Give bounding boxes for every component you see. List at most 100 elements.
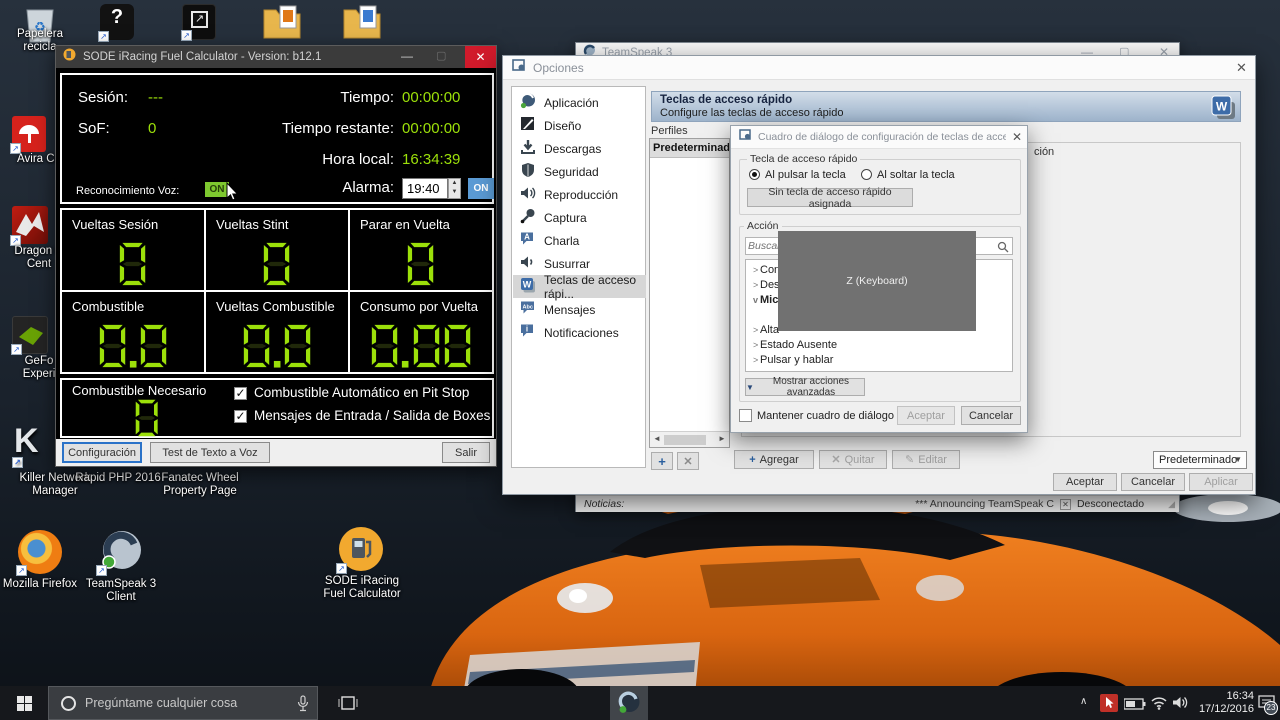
aplicar-button[interactable]: Aplicar bbox=[1189, 473, 1253, 491]
pit-messages-checkbox[interactable]: ✓ bbox=[234, 410, 247, 423]
cortana-circle-icon bbox=[61, 695, 76, 711]
sidebar-item-notificaciones[interactable]: i Notificaciones bbox=[513, 321, 646, 344]
task-view-button[interactable] bbox=[328, 686, 368, 720]
horizontal-scrollbar[interactable]: ◄ ► bbox=[650, 431, 729, 447]
profile-add-button[interactable]: + bbox=[651, 452, 673, 470]
battery-icon[interactable] bbox=[1123, 697, 1146, 715]
microphone-icon bbox=[520, 208, 536, 227]
whisper-speaker-icon bbox=[520, 254, 536, 273]
folder-doc-icon-2[interactable] bbox=[342, 2, 382, 40]
alarma-on-button[interactable]: ON bbox=[468, 178, 494, 199]
profiles-list[interactable]: Predeterminado ◄ ► bbox=[649, 138, 730, 448]
hotkey-cancelar-button[interactable]: Cancelar bbox=[961, 406, 1021, 425]
keep-open-checkbox[interactable] bbox=[739, 409, 752, 422]
cell-label: Vueltas Combustible bbox=[216, 299, 335, 314]
cancelar-button[interactable]: Cancelar bbox=[1121, 473, 1185, 491]
sidebar-item-captura[interactable]: Captura bbox=[513, 206, 646, 229]
cell-value-display bbox=[206, 320, 348, 368]
sidebar-item-reproduccion[interactable]: Reproducción bbox=[513, 183, 646, 206]
profile-delete-button[interactable]: ✕ bbox=[677, 452, 699, 470]
cell-label: Combustible bbox=[72, 299, 145, 314]
scroll-thumb[interactable] bbox=[664, 435, 706, 445]
sidebar-item-teclas[interactable]: W Teclas de acceso rápi... bbox=[513, 273, 646, 301]
opciones-titlebar[interactable]: Opciones ✕ bbox=[503, 56, 1255, 80]
shortcut-arrow-icon: ↗ bbox=[16, 565, 27, 576]
tree-item[interactable]: > Des bbox=[746, 279, 780, 291]
alarma-spinner[interactable]: ▲ ▼ bbox=[448, 178, 461, 199]
sidebar-item-aplicacion[interactable]: Aplicación bbox=[513, 91, 646, 114]
hotkey-titlebar[interactable]: Cuadro de diálogo de configuración de te… bbox=[731, 126, 1027, 149]
tray-chevron-icon[interactable]: ∧ bbox=[1080, 696, 1087, 707]
cell-value-display bbox=[350, 238, 492, 286]
radio-on-press-label: Al pulsar la tecla bbox=[765, 169, 846, 181]
wifi-icon[interactable] bbox=[1150, 695, 1168, 715]
restante-value: 00:00:00 bbox=[402, 120, 461, 137]
test-voz-button[interactable]: Test de Texto a Voz bbox=[150, 442, 270, 463]
microphone-icon[interactable] bbox=[297, 695, 309, 717]
shortcut-arrow-icon: ↗ bbox=[181, 30, 192, 41]
sidebar-item-diseno[interactable]: Diseño bbox=[513, 114, 646, 137]
salir-button[interactable]: Salir bbox=[442, 442, 490, 463]
announce-close-icon[interactable]: ✕ bbox=[1059, 498, 1071, 510]
sof-value: 0 bbox=[148, 120, 157, 137]
profile-dropdown[interactable]: Predeterminado ▼ bbox=[1153, 451, 1247, 469]
svg-text:W: W bbox=[523, 280, 532, 290]
auto-fuel-checkbox[interactable]: ✓ bbox=[234, 387, 247, 400]
tree-item[interactable]: > Con bbox=[746, 264, 780, 276]
tree-item[interactable]: v Mic bbox=[746, 294, 778, 306]
radio-on-press[interactable] bbox=[749, 169, 760, 180]
geforce-experience-icon[interactable]: ↗ bbox=[11, 316, 48, 355]
tree-item[interactable]: > Estado Ausente bbox=[746, 339, 837, 351]
hotkey-group-label: Tecla de acceso rápido bbox=[747, 153, 861, 165]
teamspeak-desktop-icon[interactable]: ↗ bbox=[96, 528, 144, 576]
radio-on-release[interactable] bbox=[861, 169, 872, 180]
assign-hotkey-button[interactable]: Sin tecla de acceso rápido asignada bbox=[747, 186, 913, 210]
configuracion-button[interactable]: Configuración bbox=[62, 442, 142, 463]
tray-red-cursor-icon[interactable] bbox=[1100, 694, 1118, 712]
scroll-left-icon[interactable]: ◄ bbox=[653, 434, 661, 443]
tree-item[interactable]: > Alta bbox=[746, 324, 779, 336]
aceptar-button[interactable]: Aceptar bbox=[1053, 473, 1117, 491]
dialog-gear-icon bbox=[739, 128, 752, 146]
tree-item[interactable]: > Pulsar y hablar bbox=[746, 354, 833, 366]
sidebar-item-mensajes[interactable]: Abc Mensajes bbox=[513, 298, 646, 321]
agregar-button[interactable]: + Agregar bbox=[734, 450, 814, 469]
start-button[interactable] bbox=[0, 686, 48, 720]
perfiles-label: Perfiles bbox=[651, 125, 688, 137]
sidebar-item-descargas[interactable]: Descargas bbox=[513, 137, 646, 160]
svg-text:i: i bbox=[526, 325, 528, 334]
action-group-label: Acción bbox=[744, 220, 782, 232]
resize-grip-icon[interactable]: ◢ bbox=[1168, 499, 1175, 510]
avira-icon[interactable]: ↗ bbox=[10, 116, 46, 154]
dragon-center-icon[interactable]: ↗ bbox=[10, 206, 48, 246]
sidebar-item-charla[interactable]: A Charla bbox=[513, 229, 646, 252]
sode-desktop-icon[interactable]: ↗ bbox=[336, 526, 384, 574]
close-icon[interactable]: ✕ bbox=[1236, 60, 1247, 76]
sidebar-item-seguridad[interactable]: Seguridad bbox=[513, 160, 646, 183]
firefox-desktop-icon[interactable]: ↗ bbox=[16, 530, 62, 576]
cortana-search-box[interactable]: Pregúntame cualquier cosa bbox=[48, 686, 318, 720]
taskbar-teamspeak-button[interactable] bbox=[610, 686, 648, 720]
scroll-right-icon[interactable]: ► bbox=[718, 434, 726, 443]
close-icon[interactable]: ✕ bbox=[1012, 130, 1022, 144]
sode-label: SODE iRacing Fuel Calculator bbox=[323, 575, 401, 600]
editar-button[interactable]: ✎ Editar bbox=[892, 450, 960, 469]
profile-item[interactable]: Predeterminado bbox=[650, 139, 729, 158]
expand-app-icon[interactable]: ↗ ↗ bbox=[181, 4, 216, 41]
header-title: Teclas de acceso rápido bbox=[660, 94, 793, 106]
action-center-icon[interactable]: 23 bbox=[1258, 695, 1278, 716]
folder-doc-icon[interactable] bbox=[262, 2, 302, 40]
tray-clock[interactable]: 16:34 17/12/2016 bbox=[1192, 690, 1254, 716]
hora-label: Hora local: bbox=[322, 151, 394, 168]
quitar-button[interactable]: ✕ Quitar bbox=[819, 450, 887, 469]
killer-network-icon[interactable]: K ↗ bbox=[12, 422, 52, 468]
alarma-input[interactable] bbox=[402, 178, 448, 199]
help-app-icon[interactable]: ? ↗ bbox=[98, 4, 134, 42]
hotkey-aceptar-button[interactable]: Aceptar bbox=[897, 406, 955, 425]
minimize-icon[interactable]: — bbox=[401, 49, 413, 63]
volume-icon[interactable] bbox=[1172, 695, 1189, 715]
maximize-icon[interactable]: ▢ bbox=[436, 49, 446, 62]
close-icon[interactable]: ✕ bbox=[465, 46, 496, 68]
fuel-titlebar[interactable]: SODE iRacing Fuel Calculator - Version: … bbox=[56, 46, 496, 68]
advanced-actions-button[interactable]: ▼ Mostrar acciones avanzadas bbox=[745, 376, 865, 398]
